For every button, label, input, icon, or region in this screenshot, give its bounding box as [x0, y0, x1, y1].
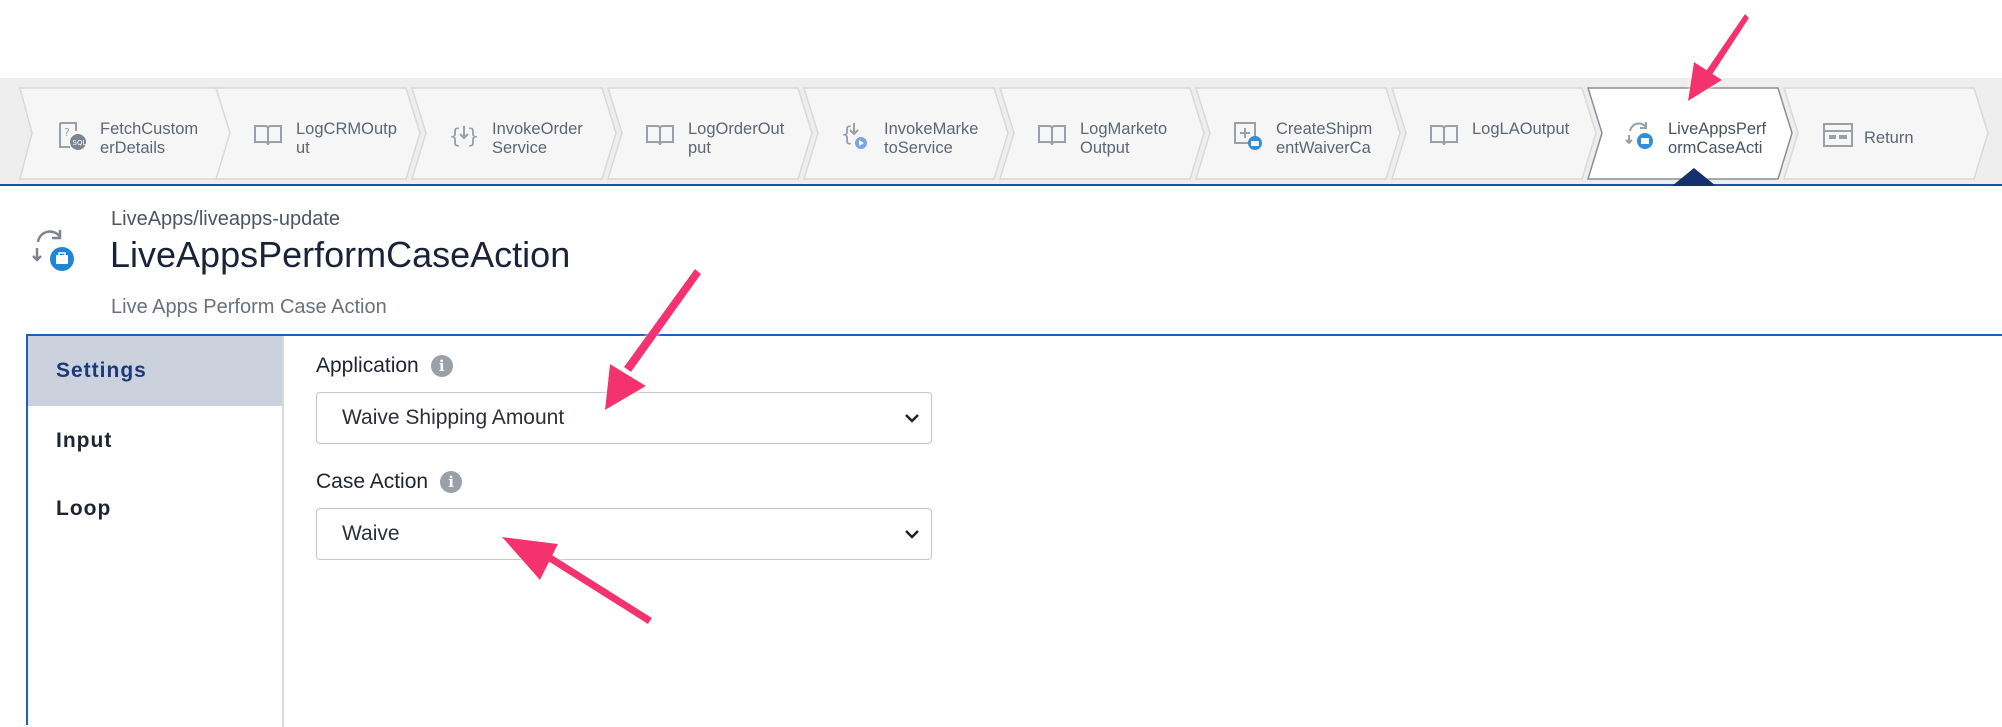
step-label: LogCRMOutp ut — [296, 120, 397, 157]
flow-step-log-marketo-output[interactable]: LogMarketo Output — [998, 87, 1206, 180]
case-action-select[interactable]: Waive — [316, 508, 932, 560]
step-label: LogLAOutput — [1472, 120, 1570, 138]
flow-step-fetch-customer-details[interactable]: ? SQL FetchCustom erDetails — [18, 87, 234, 180]
info-icon[interactable]: i — [440, 471, 463, 493]
flow-step-log-la-output[interactable]: LogLAOutput — [1390, 87, 1598, 180]
case-action-value: Waive — [342, 522, 400, 545]
create-case-icon — [1234, 122, 1262, 150]
flow-step-live-apps-perform-case-action[interactable]: LiveAppsPerf ormCaseActi — [1586, 87, 1794, 180]
step-label: CreateShipm entWaiverCa — [1276, 120, 1373, 157]
flow-step-log-crm-output[interactable]: LogCRMOutp ut — [214, 87, 422, 180]
step-label: Return — [1864, 129, 1914, 147]
application-select[interactable]: Waive Shipping Amount — [316, 392, 932, 444]
live-apps-action-icon — [1625, 122, 1653, 149]
svg-text:}: } — [467, 124, 479, 148]
step-label: LogOrderOut put — [688, 120, 785, 157]
svg-text:{: { — [449, 124, 461, 148]
application-field-label: Application i — [316, 354, 453, 378]
case-action-label: Case Action — [316, 470, 429, 493]
book-icon — [1038, 125, 1066, 146]
info-icon[interactable]: i — [430, 355, 453, 377]
activity-description: Live Apps Perform Case Action — [111, 296, 387, 318]
tab-settings[interactable]: Settings — [28, 336, 282, 406]
step-label: LiveAppsPerf ormCaseActi — [1668, 120, 1767, 157]
flow-step-invoke-order-service[interactable]: { } InvokeOrder Service — [410, 87, 618, 180]
activity-path: LiveApps/liveapps-update — [111, 208, 341, 230]
step-label: FetchCustom erDetails — [100, 120, 199, 157]
config-tabs: Settings Input Loop — [28, 336, 284, 727]
tab-input[interactable]: Input — [28, 406, 282, 476]
svg-text:{: { — [841, 122, 853, 146]
flow-step-create-shipment-waiver-case[interactable]: CreateShipm entWaiverCa — [1194, 87, 1402, 180]
invoke-service-icon: { — [841, 122, 867, 149]
flow-step-invoke-marketo-service[interactable]: { InvokeMarke toService — [802, 87, 1010, 180]
svg-text:?: ? — [64, 126, 70, 139]
activity-config-panel: Settings Input Loop Application i Waive … — [26, 334, 2002, 727]
page-title: LiveAppsPerformCaseAction — [110, 234, 571, 275]
book-icon — [1430, 125, 1458, 146]
book-icon — [254, 125, 282, 146]
return-icon — [1823, 123, 1853, 147]
case-action-field-label: Case Action i — [316, 470, 463, 494]
sql-query-icon: ? SQL — [59, 122, 87, 150]
step-label: InvokeMarke toService — [884, 120, 979, 157]
application-label: Application — [316, 354, 419, 377]
flow-step-log-order-output[interactable]: LogOrderOut put — [606, 87, 814, 180]
invoke-service-icon: { } — [449, 124, 479, 148]
flow-step-return[interactable]: Return — [1782, 87, 1990, 180]
book-icon — [646, 125, 674, 146]
selected-step-pointer — [1672, 168, 1716, 186]
tab-loop[interactable]: Loop — [28, 476, 282, 542]
step-label: InvokeOrder Service — [492, 120, 583, 157]
chevron-down-icon — [905, 414, 919, 423]
application-value: Waive Shipping Amount — [342, 406, 565, 429]
svg-text:SQL: SQL — [73, 139, 87, 147]
live-apps-action-icon — [32, 230, 74, 271]
chevron-down-icon — [905, 530, 919, 539]
step-label: LogMarketo Output — [1080, 120, 1168, 157]
